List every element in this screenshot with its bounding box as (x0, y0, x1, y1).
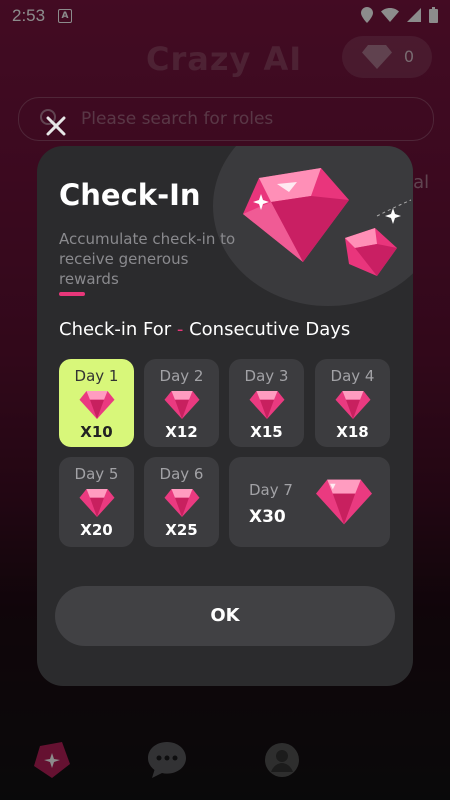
checkin-dialog: Check-In Accumulate check-in to receive … (37, 146, 413, 686)
day-multiplier: X25 (165, 521, 198, 539)
gem-icon (79, 489, 114, 517)
day-4-card[interactable]: Day 4 X18 (315, 359, 390, 447)
day-label: Day 1 (74, 367, 119, 385)
day-1-card[interactable]: Day 1 X10 (59, 359, 134, 447)
gem-icon (243, 168, 349, 262)
day-multiplier: X30 (249, 507, 286, 527)
day-multiplier: X20 (80, 521, 113, 539)
heading-dash: - (176, 319, 184, 340)
day-label: Day 3 (244, 367, 289, 385)
day-multiplier: X15 (250, 423, 283, 441)
day-3-card[interactable]: Day 3 X15 (229, 359, 304, 447)
day-multiplier: X12 (165, 423, 198, 441)
day-multiplier: X10 (80, 423, 113, 441)
dialog-title: Check-In (59, 178, 201, 212)
close-icon (46, 116, 66, 136)
close-button[interactable] (44, 114, 68, 138)
day-7-card[interactable]: Day 7 X30 (229, 457, 390, 547)
gem-icon (335, 391, 370, 419)
day-label: Day 5 (74, 465, 119, 483)
day-label: Day 7 (249, 481, 293, 499)
day-2-card[interactable]: Day 2 X12 (144, 359, 219, 447)
day-label: Day 4 (330, 367, 375, 385)
day-multiplier: X18 (336, 423, 369, 441)
ok-button[interactable]: OK (55, 586, 395, 646)
gem-icon (164, 391, 199, 419)
day-label: Day 2 (159, 367, 204, 385)
gem-icon (345, 228, 397, 276)
gem-icon (164, 489, 199, 517)
gem-icon (316, 479, 372, 525)
gems-illustration (243, 168, 412, 276)
accent-underline (59, 292, 85, 296)
dialog-subtitle: Accumulate check-in to receive generous … (59, 230, 236, 288)
heading-right: Consecutive Days (189, 319, 351, 340)
day-5-card[interactable]: Day 5 X20 (59, 457, 134, 547)
day-6-card[interactable]: Day 6 X25 (144, 457, 219, 547)
heading-left: Check-in For (59, 319, 172, 340)
gem-icon (249, 391, 284, 419)
day-label: Day 6 (159, 465, 204, 483)
gem-icon (79, 391, 114, 419)
consecutive-days-heading: Check-in For - Consecutive Days (59, 319, 350, 340)
